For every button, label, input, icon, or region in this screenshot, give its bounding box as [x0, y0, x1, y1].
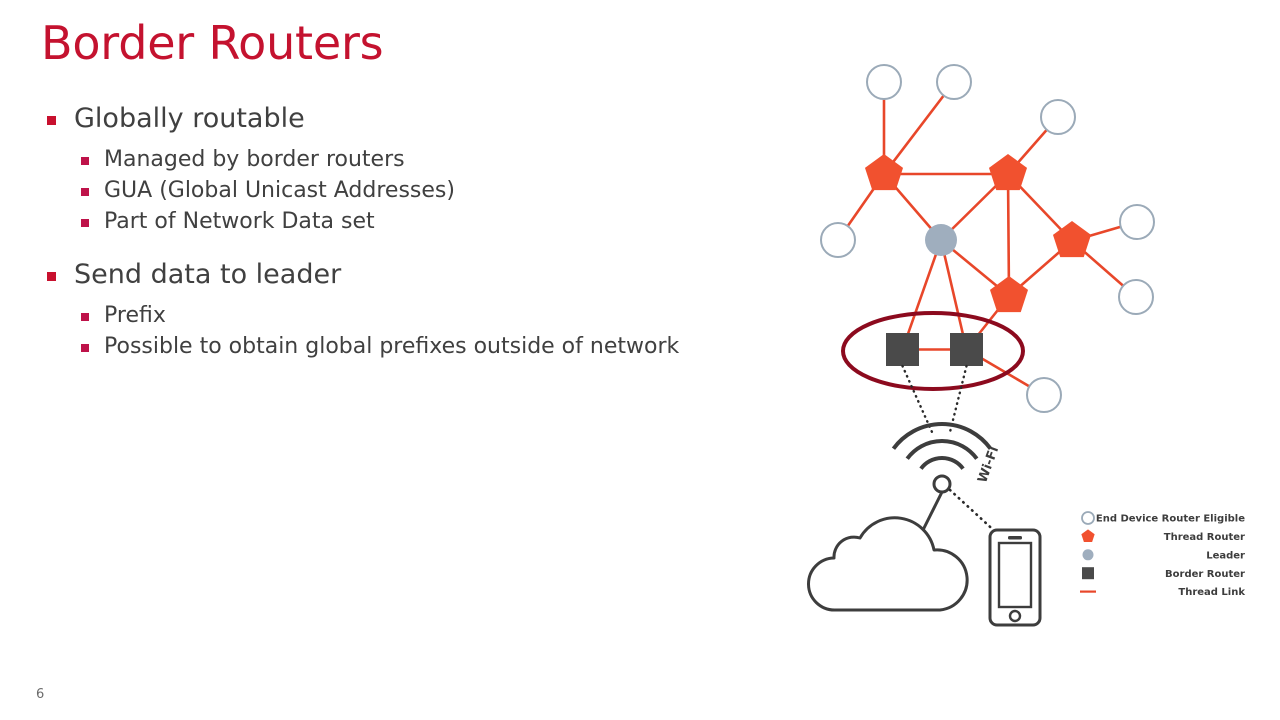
end-device-circle-icon [1081, 511, 1095, 525]
end-device-node[interactable] [1119, 204, 1155, 240]
border-router-square-icon [1082, 567, 1094, 580]
bullet-level1-label: Send data to leader [74, 259, 342, 290]
legend-item-label: Border Router [1165, 569, 1245, 580]
legend-item: Thread Link [1080, 587, 1245, 598]
bullet-marker-icon [81, 344, 89, 352]
bullet-level1-label: Globally routable [74, 103, 305, 134]
wifi-cloud-phone-layer: Wi-Fi [807, 364, 1042, 627]
thread-router-node[interactable] [864, 154, 904, 191]
bullet-level2-label: Prefix [104, 303, 166, 328]
slide-number: 6 [36, 687, 45, 702]
thread-network-svg: Wi-Fi End Device Router Eligible Thread R… [807, 64, 1245, 627]
wifi-arc-icon [891, 422, 993, 450]
bullet-level2-prefix: Prefix [41, 301, 781, 331]
cloud-icon [807, 516, 969, 612]
bullet-level2-managed-by-border-routers: Managed by border routers [41, 145, 781, 175]
bullet-level2-label: Possible to obtain global prefixes outsi… [104, 334, 680, 359]
thread-router-node[interactable] [989, 276, 1029, 313]
legend-item-label: Thread Link [1178, 587, 1245, 598]
legend-item-label: Leader [1206, 550, 1245, 561]
legend-item: End Device Router Eligible [1081, 511, 1245, 525]
legend-layer: End Device Router Eligible Thread Router L… [1080, 511, 1245, 598]
slide-body-content: Globally routable Managed by border rout… [41, 100, 781, 363]
legend-item: Border Router [1082, 567, 1245, 580]
end-device-node[interactable] [1040, 99, 1076, 135]
legend-item-label: Thread Router [1164, 532, 1245, 543]
dotted-link-border-router-to-wifi [948, 364, 968, 434]
bullet-marker-icon [47, 272, 56, 281]
border-router-highlight-ellipse [841, 311, 1025, 391]
bullet-level1-send-data-to-leader: Send data to leader [41, 258, 781, 292]
page-title: Border Routers [41, 16, 384, 70]
end-device-node[interactable] [936, 64, 972, 100]
bullet-level2-global-prefixes: Possible to obtain global prefixes outsi… [41, 332, 781, 362]
smartphone-home-button-icon[interactable] [1008, 609, 1022, 623]
wifi-label: Wi-Fi [975, 445, 1002, 485]
bullet-marker-icon [81, 313, 89, 321]
border-router-node[interactable] [950, 333, 983, 366]
thread-router-pentagon-icon [1081, 529, 1095, 543]
end-device-node[interactable] [1026, 377, 1062, 413]
end-device-node[interactable] [866, 64, 902, 100]
bullet-marker-icon [81, 188, 89, 196]
bullet-level2-gua: GUA (Global Unicast Addresses) [41, 176, 781, 206]
bullet-level2-label: Managed by border routers [104, 147, 405, 172]
border-router-highlight-layer [841, 311, 1025, 391]
bullet-marker-icon [81, 219, 89, 227]
smartphone-speaker-icon [1008, 536, 1022, 540]
border-router-node[interactable] [886, 333, 919, 366]
legend-item: Leader [1082, 549, 1245, 561]
dotted-link-wifi-to-phone [948, 488, 1002, 538]
leader-node[interactable] [925, 224, 957, 256]
bullet-marker-icon [81, 157, 89, 165]
wifi-origin-icon [932, 474, 952, 494]
legend-item: Thread Router [1081, 529, 1245, 543]
leader-circle-icon [1082, 549, 1094, 561]
bullet-marker-icon [47, 116, 56, 125]
dotted-link-border-router-to-wifi [901, 364, 934, 434]
end-device-node[interactable] [820, 222, 856, 258]
bullet-level2-network-data-set: Part of Network Data set [41, 207, 781, 237]
thread-links-layer [836, 80, 1139, 397]
bullet-level1-globally-routable: Globally routable [41, 102, 781, 136]
smartphone-screen [997, 541, 1033, 609]
bullet-level2-label: GUA (Global Unicast Addresses) [104, 178, 455, 203]
end-device-node[interactable] [1118, 279, 1154, 315]
network-nodes-layer [820, 64, 1155, 413]
bullet-level2-label: Part of Network Data set [104, 209, 375, 234]
legend-item-label: End Device Router Eligible [1096, 514, 1245, 525]
slide-root: Border Routers Globally routable Managed… [0, 0, 1280, 720]
thread-network-diagram: Wi-Fi End Device Router Eligible Thread R… [800, 40, 1280, 640]
wifi-arc-icon [919, 456, 965, 470]
